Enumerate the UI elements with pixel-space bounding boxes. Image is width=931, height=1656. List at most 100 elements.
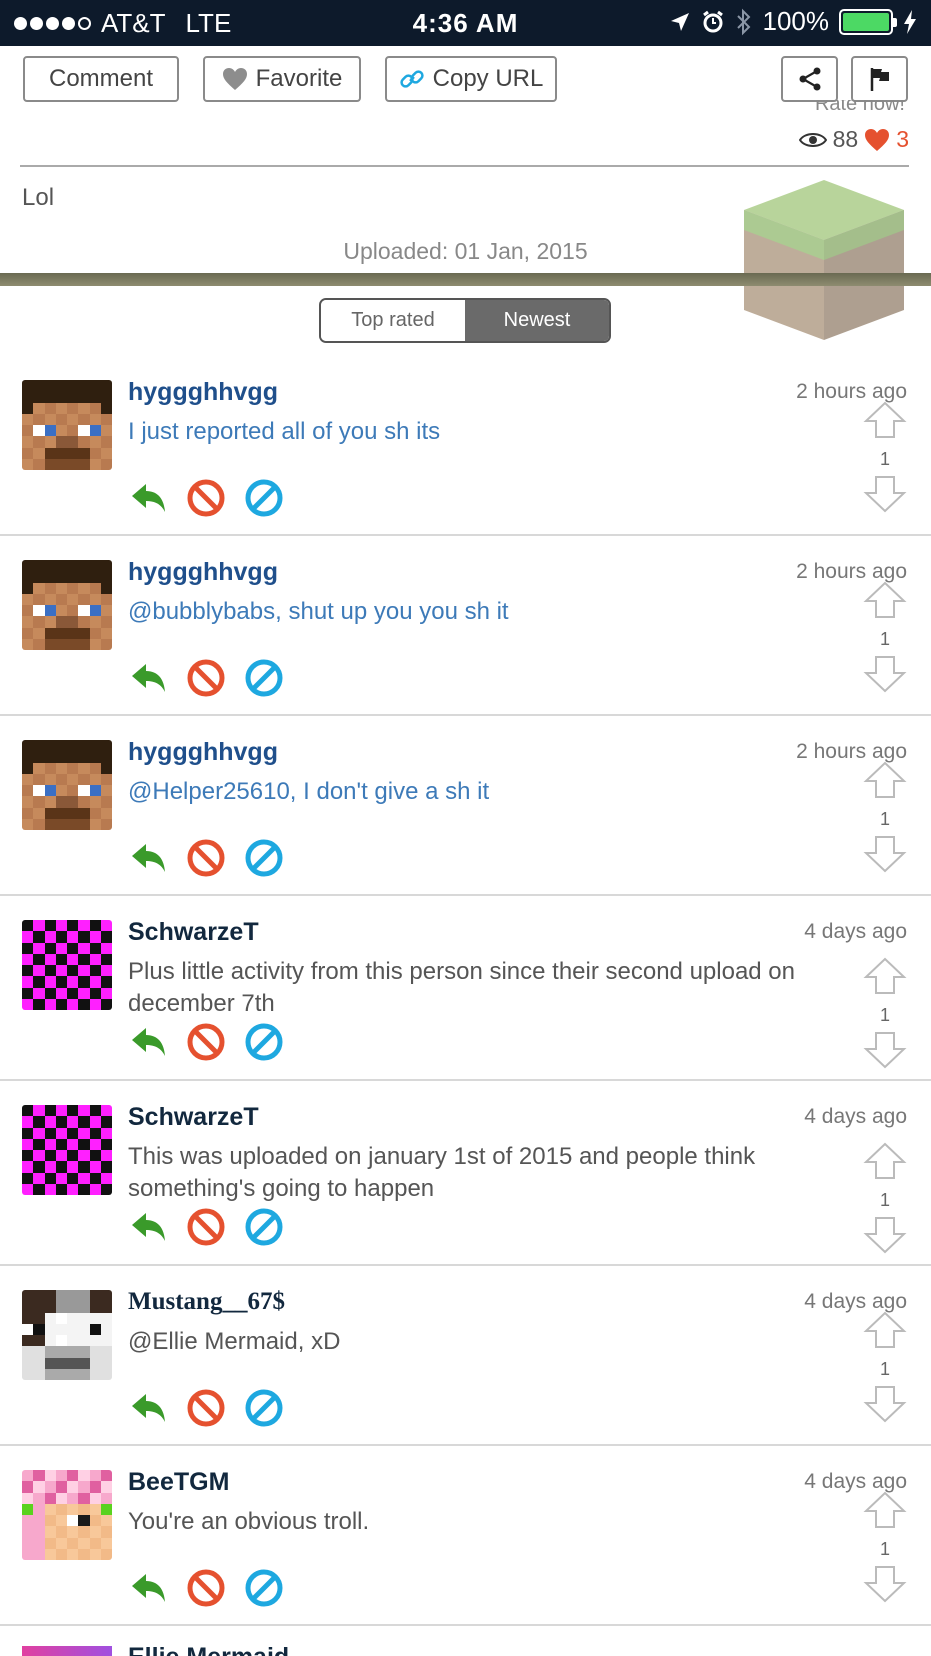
comment-author[interactable]: hyggghhvgg bbox=[128, 558, 278, 587]
downvote-arrow-icon[interactable] bbox=[863, 1564, 907, 1604]
report-icon[interactable] bbox=[244, 1568, 284, 1608]
upload-description: Lol bbox=[22, 184, 55, 211]
comment-item: Mustang__67$ 4 days ago @Ellie Mermaid, xD… bbox=[0, 1266, 931, 1446]
report-icon[interactable] bbox=[244, 1207, 284, 1247]
favorite-button-label: Favorite bbox=[255, 65, 343, 92]
charging-bolt-icon bbox=[904, 9, 916, 34]
comment-author[interactable]: BeeTGM bbox=[128, 1468, 229, 1497]
block-icon[interactable] bbox=[186, 658, 226, 698]
downvote-arrow-icon[interactable] bbox=[863, 1030, 907, 1070]
comment-author[interactable]: SchwarzeT bbox=[128, 1103, 259, 1132]
comment-text: Plus little activity from this person si… bbox=[128, 958, 795, 1017]
vote-control: 1 bbox=[863, 956, 907, 1075]
rate-now-label[interactable]: Rate now! bbox=[815, 100, 905, 116]
reply-icon[interactable] bbox=[128, 838, 168, 878]
upvote-arrow-icon[interactable] bbox=[863, 760, 907, 800]
reply-icon[interactable] bbox=[128, 1207, 168, 1247]
checker-avatar[interactable] bbox=[22, 920, 112, 1010]
vote-count: 1 bbox=[879, 629, 890, 649]
checker-avatar[interactable] bbox=[22, 1105, 112, 1195]
upvote-arrow-icon[interactable] bbox=[863, 1141, 907, 1181]
comment-item: hyggghhvgg 2 hours ago @Helper25610, I don… bbox=[0, 716, 931, 896]
vote-control: 1 bbox=[863, 580, 907, 699]
vote-control: 1 bbox=[863, 1490, 907, 1609]
reply-icon[interactable] bbox=[128, 478, 168, 518]
comment-author[interactable]: hyggghhvgg bbox=[128, 378, 278, 407]
comment-button-label: Comment bbox=[48, 65, 154, 92]
report-icon[interactable] bbox=[244, 838, 284, 878]
bluetooth-icon bbox=[736, 8, 750, 35]
location-arrow-icon bbox=[670, 12, 689, 31]
vote-control: 1 bbox=[863, 760, 907, 879]
downvote-arrow-icon[interactable] bbox=[863, 654, 907, 694]
comment-item: hyggghhvgg 2 hours ago I just reported all… bbox=[0, 356, 931, 536]
vote-count: 1 bbox=[879, 1539, 890, 1559]
report-icon[interactable] bbox=[244, 658, 284, 698]
reply-icon[interactable] bbox=[128, 1568, 168, 1608]
downvote-arrow-icon[interactable] bbox=[863, 474, 907, 514]
comment-actions bbox=[128, 1207, 284, 1247]
block-icon[interactable] bbox=[186, 478, 226, 518]
downvote-arrow-icon[interactable] bbox=[863, 1215, 907, 1255]
eye-icon bbox=[798, 132, 827, 147]
vote-count: 1 bbox=[879, 1359, 890, 1379]
sort-top-rated-tab[interactable]: Top rated bbox=[321, 300, 465, 341]
upvote-arrow-icon[interactable] bbox=[863, 1310, 907, 1350]
vote-count: 1 bbox=[879, 1005, 890, 1025]
comment-text: You're an obvious troll. bbox=[128, 1508, 370, 1535]
comment-text: @Ellie Mermaid, xD bbox=[128, 1328, 341, 1355]
battery-icon bbox=[839, 8, 897, 35]
comment-text: I just reported all of you sh its bbox=[128, 418, 441, 445]
upvote-arrow-icon[interactable] bbox=[863, 1490, 907, 1530]
divider bbox=[20, 165, 909, 167]
report-icon[interactable] bbox=[244, 478, 284, 518]
comment-timestamp: 4 days ago bbox=[804, 920, 907, 943]
pink-avatar[interactable] bbox=[22, 1470, 112, 1560]
block-icon[interactable] bbox=[186, 1022, 226, 1062]
upvote-arrow-icon[interactable] bbox=[863, 400, 907, 440]
comment-author[interactable]: hyggghhvgg bbox=[128, 738, 278, 767]
status-bar: AT&T LTE 4:36 AM 100% bbox=[0, 0, 931, 46]
comment-actions bbox=[128, 658, 284, 698]
downvote-arrow-icon[interactable] bbox=[863, 1384, 907, 1424]
report-icon[interactable] bbox=[244, 1388, 284, 1428]
block-icon[interactable] bbox=[186, 1568, 226, 1608]
view-count: 88 bbox=[832, 126, 859, 152]
steve-avatar[interactable] bbox=[22, 740, 112, 830]
comment-actions bbox=[128, 1388, 284, 1428]
comment-author[interactable]: Mustang__67$ bbox=[128, 1288, 285, 1316]
upvote-arrow-icon[interactable] bbox=[863, 956, 907, 996]
next-comment-author-partial: Ellie Mermaid bbox=[128, 1646, 289, 1656]
comment-item: SchwarzeT 4 days ago This was uploaded on … bbox=[0, 1081, 931, 1266]
upvote-arrow-icon[interactable] bbox=[863, 580, 907, 620]
action-toolbar: Comment Favorite Copy URL bbox=[0, 56, 931, 102]
downvote-arrow-icon[interactable] bbox=[863, 834, 907, 874]
block-icon[interactable] bbox=[186, 1207, 226, 1247]
cow-avatar[interactable] bbox=[22, 1290, 112, 1380]
steve-avatar[interactable] bbox=[22, 380, 112, 470]
sort-newest-tab[interactable]: Newest bbox=[465, 300, 609, 341]
favorite-button[interactable]: Favorite bbox=[203, 56, 361, 102]
comment-text: @bubblybabs, shut up you you sh it bbox=[128, 598, 509, 625]
next-comment-avatar-partial bbox=[22, 1646, 112, 1656]
reply-icon[interactable] bbox=[128, 658, 168, 698]
comment-actions bbox=[128, 1568, 284, 1608]
comment-text: @Helper25610, I don't give a sh it bbox=[128, 778, 490, 805]
reply-icon[interactable] bbox=[128, 1388, 168, 1428]
link-icon bbox=[399, 70, 424, 88]
report-icon[interactable] bbox=[244, 1022, 284, 1062]
comment-button[interactable]: Comment bbox=[23, 56, 179, 102]
share-button[interactable] bbox=[781, 56, 838, 102]
vote-count: 1 bbox=[879, 1190, 890, 1210]
vote-count: 1 bbox=[879, 449, 890, 469]
comment-text: This was uploaded on january 1st of 2015… bbox=[128, 1143, 756, 1202]
report-flag-button[interactable] bbox=[851, 56, 908, 102]
upload-date: Uploaded: 01 Jan, 2015 bbox=[343, 238, 588, 264]
copy-url-button[interactable]: Copy URL bbox=[385, 56, 557, 102]
steve-avatar[interactable] bbox=[22, 560, 112, 650]
reply-icon[interactable] bbox=[128, 1022, 168, 1062]
comment-author[interactable]: SchwarzeT bbox=[128, 918, 259, 947]
vote-control: 1 bbox=[863, 400, 907, 519]
block-icon[interactable] bbox=[186, 1388, 226, 1428]
block-icon[interactable] bbox=[186, 838, 226, 878]
